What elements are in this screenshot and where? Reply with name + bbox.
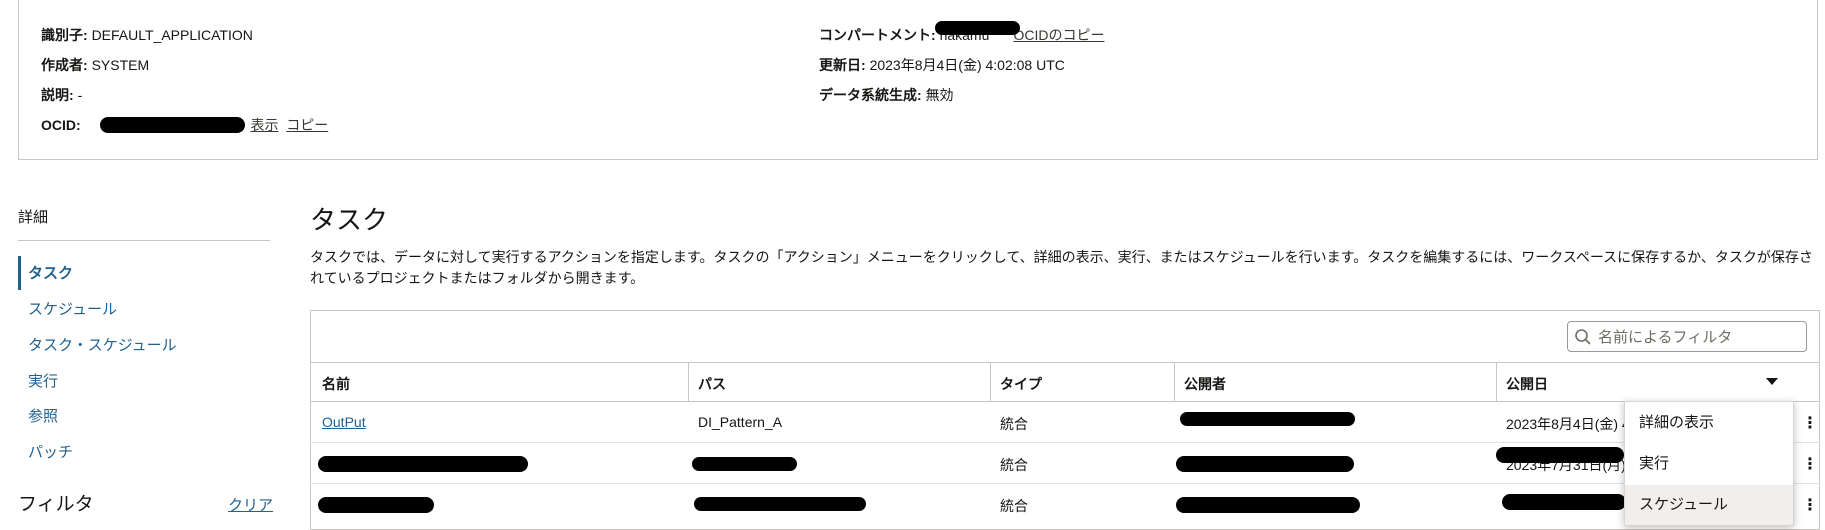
column-header-published-date[interactable]: 公開日 bbox=[1506, 374, 1548, 394]
nav-heading: 詳細 bbox=[18, 209, 49, 226]
kebab-menu-icon[interactable]: ⋮ bbox=[1800, 455, 1820, 475]
table-header: 名前 パス タイプ 公開者 公開日 bbox=[310, 362, 1820, 402]
description-row: 説明: - bbox=[41, 85, 82, 105]
lineage-value: 無効 bbox=[925, 87, 954, 103]
compartment-label: コンパートメント: bbox=[819, 27, 936, 43]
author-label: 作成者: bbox=[41, 57, 88, 73]
table-row[interactable]: OutPut DI_Pattern_A 統合 2023年8月4日(金) 4 bbox=[310, 402, 1820, 443]
task-type: 統合 bbox=[1000, 457, 1028, 473]
redaction-mark bbox=[935, 21, 1020, 35]
nav-divider bbox=[18, 240, 270, 241]
name-filter-field[interactable] bbox=[1596, 328, 1800, 347]
column-header-type[interactable]: タイプ bbox=[1000, 374, 1042, 394]
identifier-row: 識別子: DEFAULT_APPLICATION bbox=[41, 25, 253, 45]
ocid-show-link[interactable]: 表示 bbox=[250, 117, 278, 133]
lineage-row: データ系統生成: 無効 bbox=[819, 85, 954, 105]
redaction-mark bbox=[318, 456, 528, 472]
column-divider bbox=[1496, 363, 1497, 402]
description-value: - bbox=[77, 87, 83, 103]
updated-value: 2023年8月4日(金) 4:02:08 UTC bbox=[869, 57, 1065, 73]
redaction-mark bbox=[1502, 494, 1626, 510]
compartment-copy-ocid-link[interactable]: OCIDのコピー bbox=[1013, 27, 1104, 43]
menu-item-view-details[interactable]: 詳細の表示 bbox=[1625, 403, 1793, 443]
updated-row: 更新日: 2023年8月4日(金) 4:02:08 UTC bbox=[819, 55, 1065, 75]
task-path: DI_Pattern_A bbox=[698, 414, 783, 430]
ocid-label: OCID: bbox=[41, 117, 81, 133]
nav-active-indicator bbox=[18, 256, 21, 290]
identifier-label: 識別子: bbox=[41, 27, 88, 43]
updated-label: 更新日: bbox=[819, 57, 866, 73]
kebab-menu-icon[interactable]: ⋮ bbox=[1800, 496, 1820, 516]
nav-item-tasks[interactable]: タスク bbox=[28, 262, 73, 283]
search-icon bbox=[1574, 328, 1592, 351]
redaction-mark bbox=[100, 117, 245, 133]
name-filter-input[interactable] bbox=[1567, 321, 1807, 352]
filter-heading: フィルタ bbox=[18, 494, 94, 515]
redaction-mark bbox=[1176, 456, 1354, 472]
column-header-publisher[interactable]: 公開者 bbox=[1184, 374, 1226, 394]
column-divider bbox=[688, 363, 689, 402]
identifier-value: DEFAULT_APPLICATION bbox=[91, 27, 253, 43]
description-label: 説明: bbox=[41, 87, 74, 103]
column-header-path[interactable]: パス bbox=[698, 374, 726, 394]
redaction-mark bbox=[692, 457, 797, 471]
task-name-link[interactable]: OutPut bbox=[322, 414, 366, 430]
nav-item-task-schedules[interactable]: タスク・スケジュール bbox=[28, 334, 177, 355]
author-row: 作成者: SYSTEM bbox=[41, 55, 149, 75]
kebab-menu-icon[interactable]: ⋮ bbox=[1800, 414, 1820, 434]
details-info-panel: 識別子: DEFAULT_APPLICATION 作成者: SYSTEM 説明:… bbox=[18, 0, 1818, 160]
filter-clear-link[interactable]: クリア bbox=[228, 494, 273, 515]
ocid-copy-link[interactable]: コピー bbox=[286, 117, 328, 133]
sort-desc-icon[interactable] bbox=[1766, 378, 1778, 385]
column-header-name[interactable]: 名前 bbox=[322, 374, 350, 394]
column-divider bbox=[1174, 363, 1175, 402]
redaction-mark bbox=[1180, 412, 1355, 426]
menu-item-run[interactable]: 実行 bbox=[1625, 444, 1793, 484]
lineage-label: データ系統生成: bbox=[819, 87, 922, 103]
nav-item-runs[interactable]: 実行 bbox=[28, 370, 58, 391]
author-value: SYSTEM bbox=[91, 57, 150, 73]
redaction-mark bbox=[1176, 497, 1360, 513]
page-title: タスク bbox=[310, 205, 389, 235]
menu-item-schedule[interactable]: スケジュール bbox=[1625, 485, 1793, 525]
column-divider bbox=[990, 363, 991, 402]
redaction-mark bbox=[318, 497, 434, 513]
task-type: 統合 bbox=[1000, 498, 1028, 514]
nav-item-patches[interactable]: パッチ bbox=[28, 441, 73, 462]
nav-item-schedules[interactable]: スケジュール bbox=[28, 298, 117, 319]
nav-item-references[interactable]: 参照 bbox=[28, 405, 58, 426]
task-type: 統合 bbox=[1000, 416, 1028, 432]
redaction-mark bbox=[1496, 447, 1624, 463]
redaction-mark bbox=[694, 497, 866, 511]
page-description: タスクでは、データに対して実行するアクションを指定します。タスクの「アクション」… bbox=[310, 249, 1813, 286]
row-action-menu: 詳細の表示 実行 スケジュール bbox=[1624, 401, 1794, 526]
task-published-date: 2023年8月4日(金) 4 bbox=[1506, 416, 1630, 432]
